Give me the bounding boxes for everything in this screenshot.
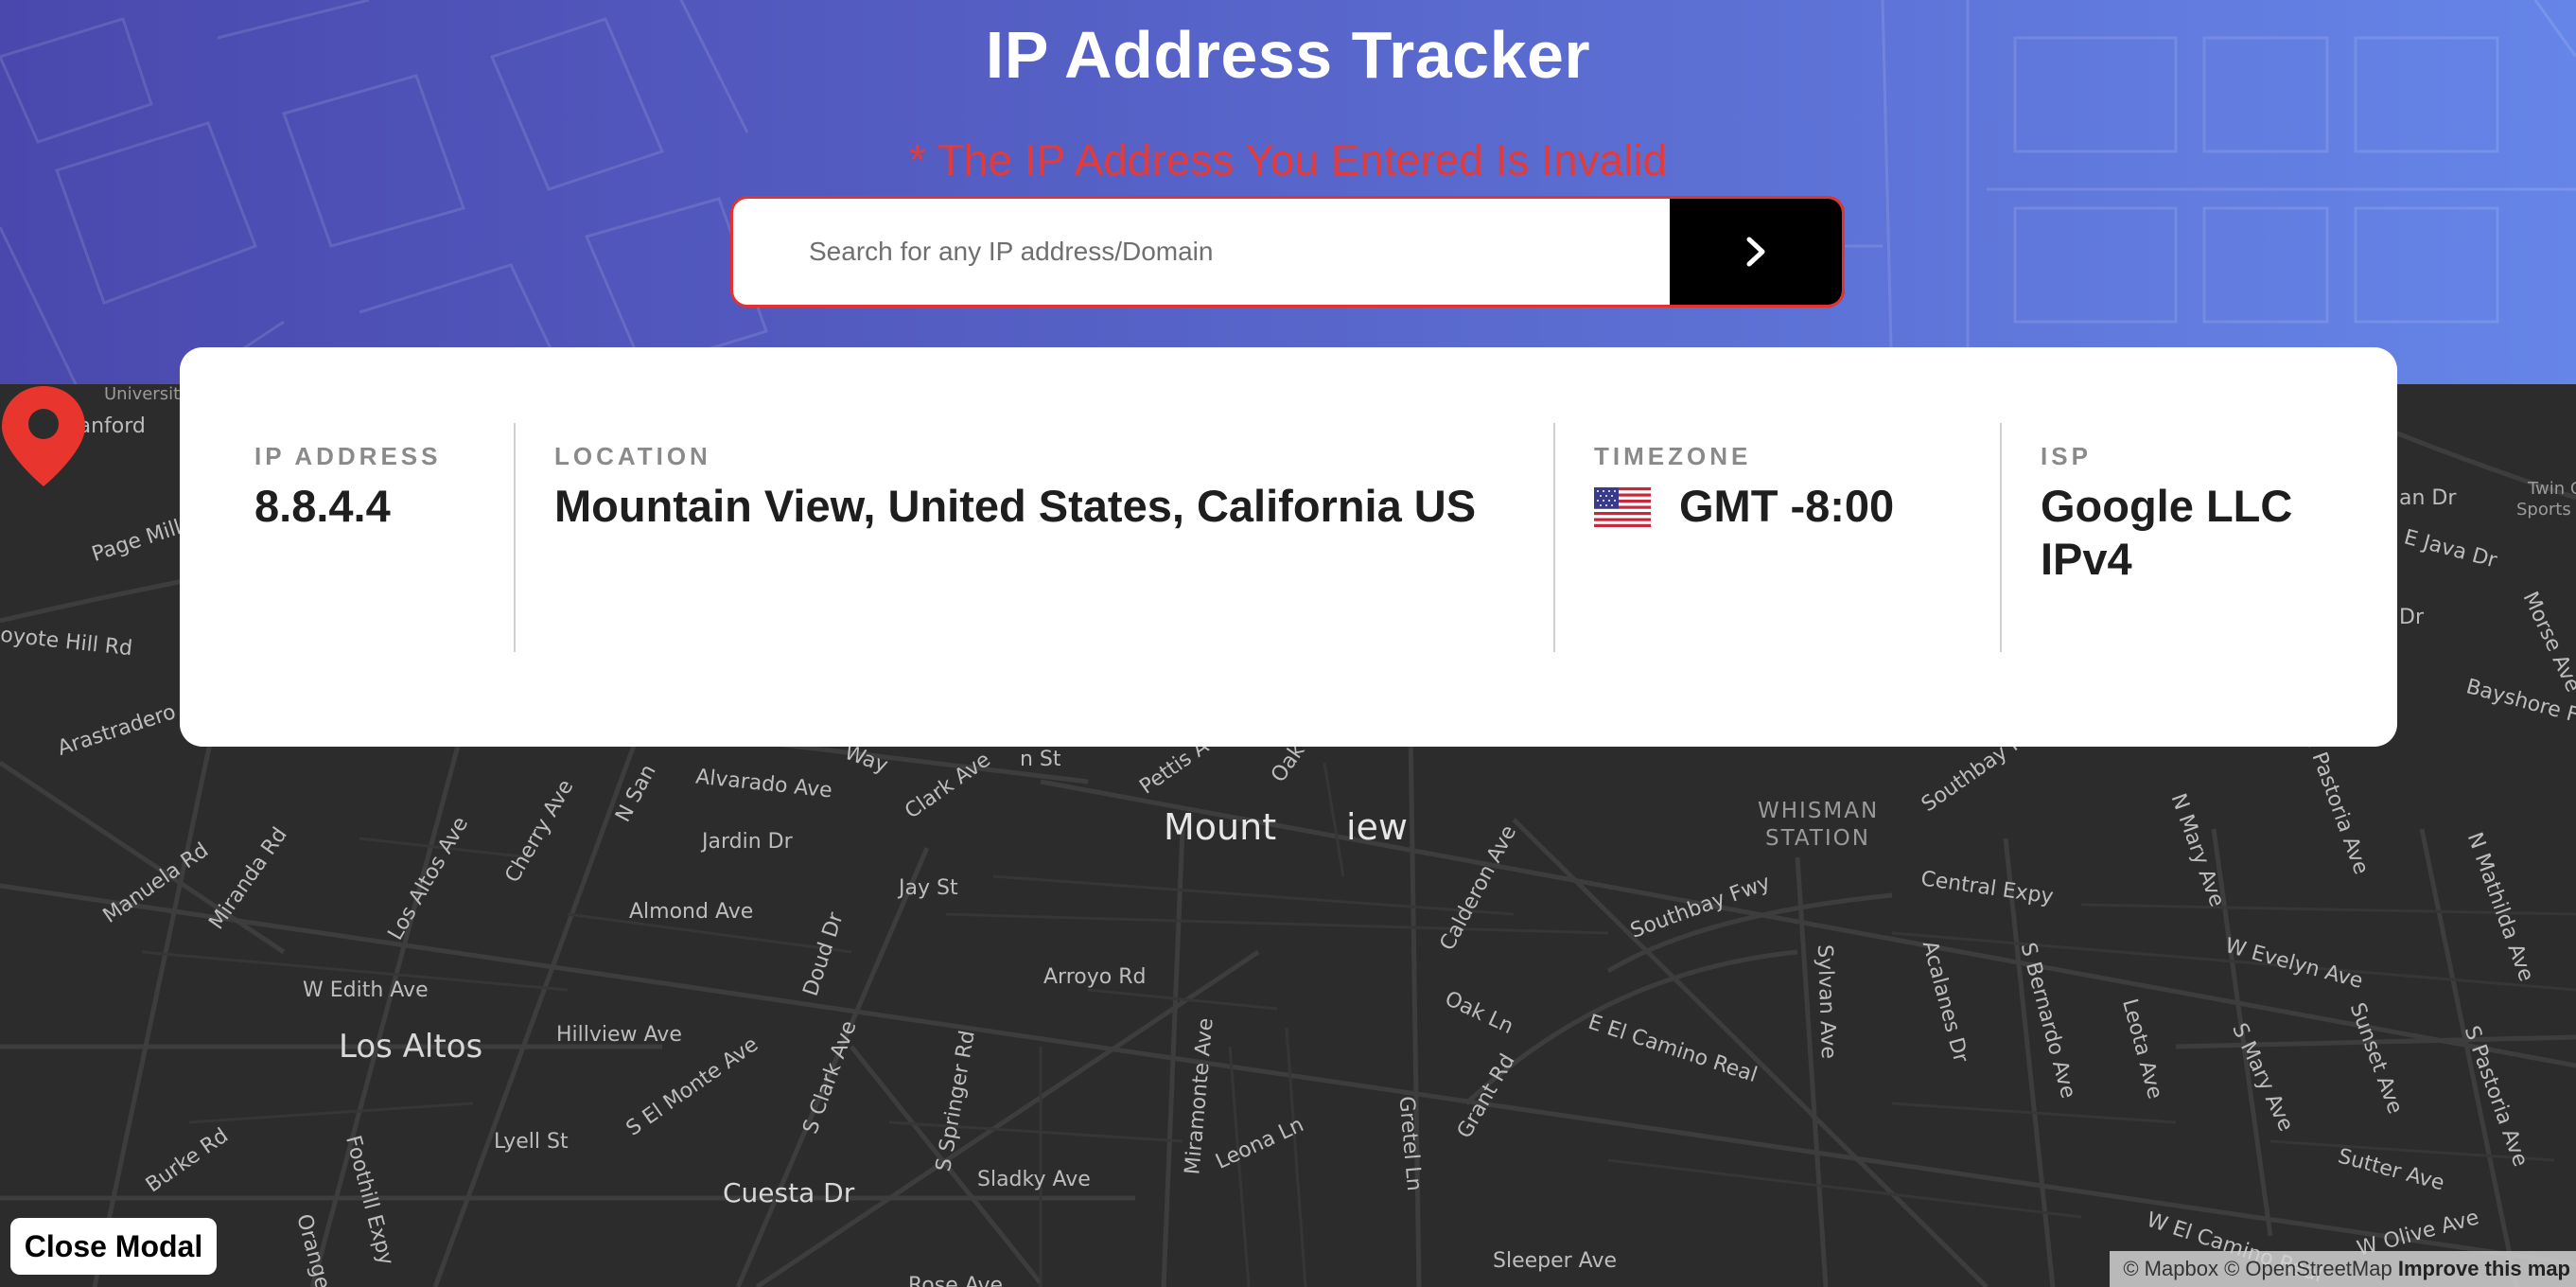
chevron-right-icon xyxy=(1746,237,1765,267)
location-value: Mountain View, United States, California… xyxy=(554,481,1477,531)
map-label: Jay St xyxy=(899,876,958,900)
map-label: Jardin Dr xyxy=(702,830,793,854)
map-label: WHISMAN xyxy=(1758,799,1880,823)
ip-version: IPv4 xyxy=(2041,534,2132,584)
map-label: University xyxy=(104,384,190,404)
divider xyxy=(514,423,516,652)
ip-address-value: 8.8.4.4 xyxy=(254,481,391,531)
search-form xyxy=(730,196,1845,308)
search-input[interactable] xyxy=(733,199,1670,305)
map-label: Sylvan Ave xyxy=(1812,943,1841,1060)
osm-attribution-link[interactable]: © OpenStreetMap xyxy=(2224,1257,2392,1280)
map-label: Mount xyxy=(1164,806,1277,848)
map-label: Los Altos xyxy=(339,1028,483,1066)
divider xyxy=(1553,423,1555,652)
timezone-section: TIMEZONE GMT -8:00 xyxy=(1594,423,1991,652)
close-modal-button[interactable]: Close Modal xyxy=(10,1218,217,1275)
location-label: LOCATION xyxy=(554,442,711,470)
map-label: iew xyxy=(1346,806,1409,848)
search-submit-button[interactable] xyxy=(1670,199,1842,305)
map-label: Hillview Ave xyxy=(556,1023,682,1047)
mapbox-attribution-link[interactable]: © Mapbox xyxy=(2123,1257,2218,1280)
map-label: Twin C xyxy=(2528,479,2576,499)
map-pin-icon[interactable] xyxy=(0,384,87,488)
map-label: an Dr xyxy=(2399,486,2457,510)
map-label: Arroyo Rd xyxy=(1043,965,1147,989)
map-label: Sleeper Ave xyxy=(1493,1249,1618,1273)
location-section: LOCATION Mountain View, United States, C… xyxy=(554,423,1538,652)
map-label: Cuesta Dr xyxy=(723,1177,855,1208)
map-label: Rose Ave xyxy=(908,1274,1004,1287)
map-label: Sladky Ave xyxy=(977,1168,1091,1191)
isp-name: Google LLC xyxy=(2041,481,2293,531)
map-label: STATION xyxy=(1765,826,1870,851)
error-message: * The IP Address You Entered Is Invalid xyxy=(908,135,1668,185)
page-title: IP Address Tracker xyxy=(985,18,1591,92)
improve-map-link[interactable]: Improve this map xyxy=(2398,1257,2570,1280)
header: IP Address Tracker * The IP Address You … xyxy=(0,0,2576,384)
timezone-value: GMT -8:00 xyxy=(1679,481,1895,531)
us-flag-icon xyxy=(1594,487,1651,527)
ip-address-label: IP ADDRESS xyxy=(254,442,442,470)
map-label: W Edith Ave xyxy=(303,978,429,1002)
map-label: Almond Ave xyxy=(629,900,754,924)
ip-address-section: IP ADDRESS 8.8.4.4 xyxy=(254,423,538,652)
map-attribution: © Mapbox © OpenStreetMap Improve this ma… xyxy=(2110,1251,2576,1287)
timezone-label: TIMEZONE xyxy=(1594,442,1752,470)
isp-label: ISP xyxy=(2041,442,2092,470)
map-label: Dr xyxy=(2399,606,2424,629)
map-label: n St xyxy=(1020,748,1061,771)
isp-section: ISP Google LLC IPv4 xyxy=(2041,423,2353,652)
map-label: Lyell St xyxy=(494,1130,569,1154)
map-label: Sports C xyxy=(2516,500,2576,520)
ip-info-card: IP ADDRESS 8.8.4.4 LOCATION Mountain Vie… xyxy=(180,347,2397,747)
divider xyxy=(2000,423,2002,652)
isp-value: Google LLC IPv4 xyxy=(2041,480,2292,586)
